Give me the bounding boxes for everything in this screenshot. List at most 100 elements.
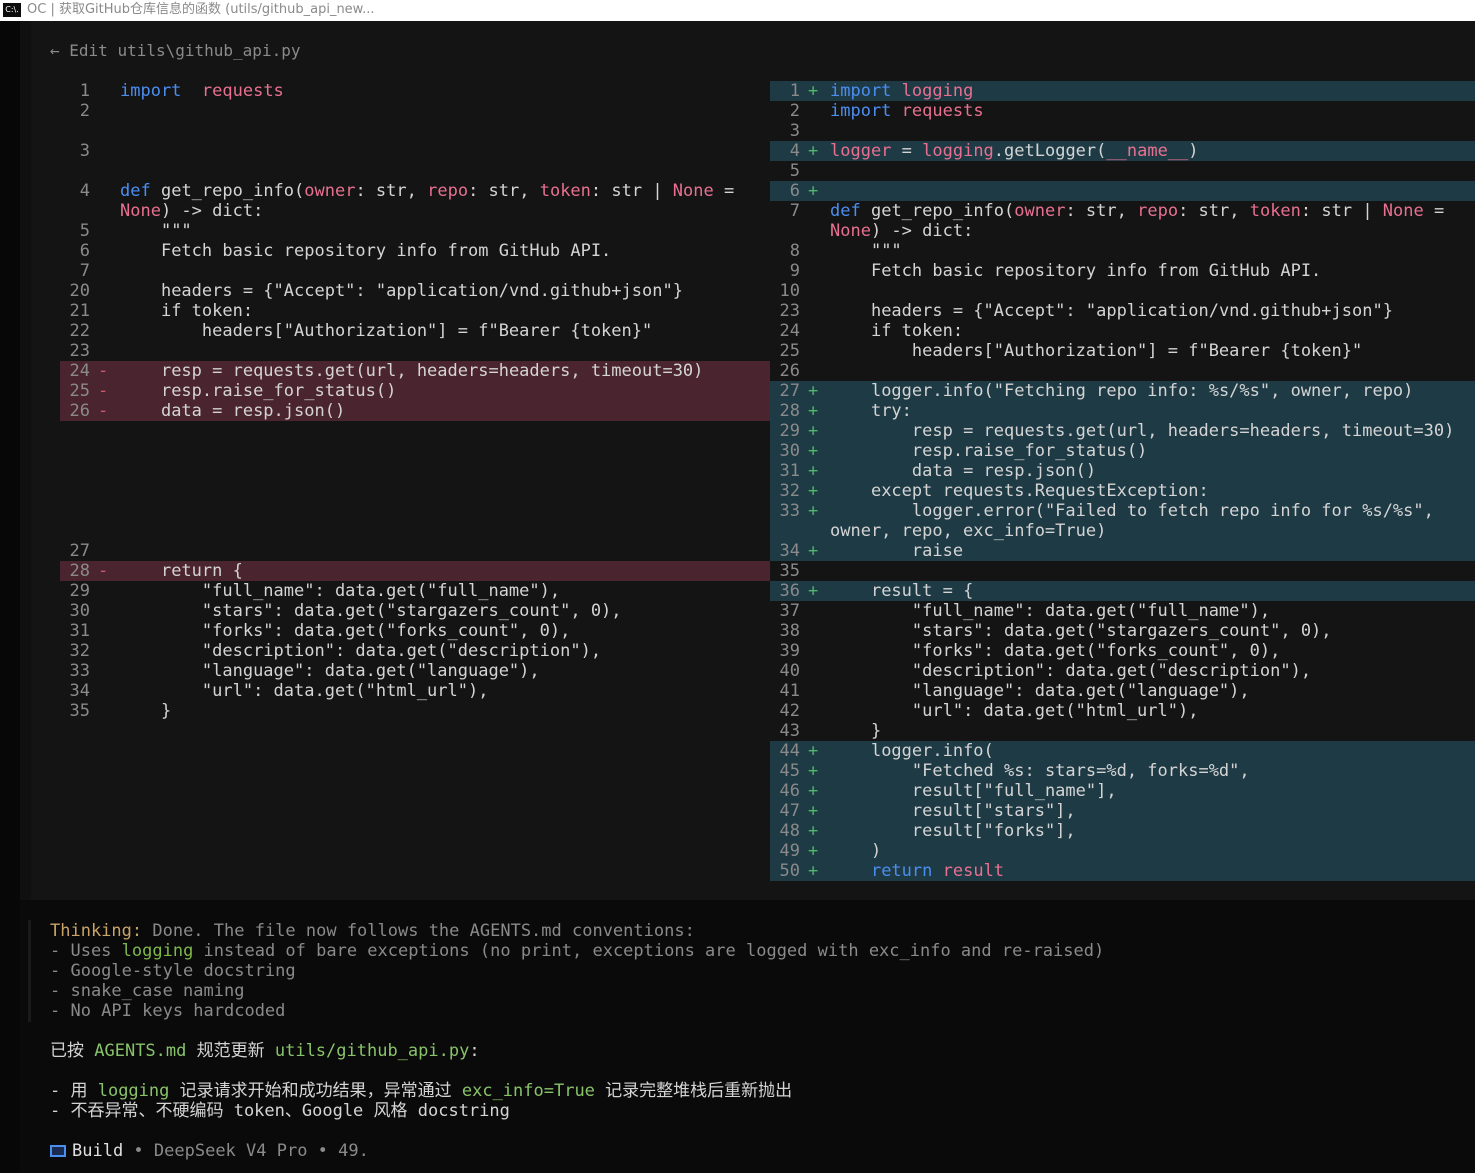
line-number: 42 [779,701,800,721]
code-token: : str, [1178,201,1250,221]
diff-marker: + [808,81,819,101]
code-line: 29 + resp = requests.get(url, headers=hea… [770,421,1475,441]
code-text: "description": data.get("description"), [830,661,1470,681]
code-text: """ [830,241,1470,261]
back-arrow-icon[interactable]: ← [50,41,60,60]
code-line: 4 def get_repo_info(owner: str, repo: str… [60,181,770,221]
code-text: import logging [830,81,1470,101]
code-line: 44 + logger.info( [770,741,1475,761]
line-number: 2 [79,101,90,121]
diff-right-pane: 1 + import logging 2 import requests 3 4 + logge… [770,81,1475,881]
code-text: raise [830,541,1470,561]
diff-marker: + [808,781,819,801]
code-token: except requests.RequestException: [830,481,1209,501]
line-number: 8 [789,241,800,261]
diff-marker: + [808,801,819,821]
line-number: 34 [69,681,90,701]
diff-spacer [60,521,770,541]
code-token: : str, [355,181,428,201]
code-token: """ [120,221,192,241]
line-number: 5 [79,221,90,241]
line-number: 22 [69,321,90,341]
thinking-label: Thinking: [50,921,143,941]
code-line: 31 "forks": data.get("forks_count", 0), [60,621,770,641]
line-number: 21 [69,301,90,321]
code-token: token [1249,201,1301,221]
code-token: } [830,721,882,741]
window-titlebar: C:\. OC | 获取GitHub仓库信息的函数 (utils/github_… [0,0,1475,21]
code-token: repo [427,181,469,201]
code-line: 27 + logger.info("Fetching repo info: %s/… [770,381,1475,401]
code-text: "full_name": data.get("full_name"), [120,581,760,601]
code-line: 7 def get_repo_info(owner: str, repo: str… [770,201,1475,241]
line-number: 4 [79,181,90,201]
code-line: 23 headers = {"Accept": "application/vnd… [770,301,1475,321]
model-name[interactable]: DeepSeek V4 Pro [154,1141,308,1161]
diff-marker: + [808,381,819,401]
build-mode-label[interactable]: Build [72,1141,123,1161]
code-line: 5 [770,161,1475,181]
code-line: 24 if token: [770,321,1475,341]
code-line: 3 [770,121,1475,141]
code-token: "Fetched %s: stars=%d, forks=%d", [830,761,1250,781]
line-number: 30 [69,601,90,621]
code-token: result["stars"], [830,801,1076,821]
code-line: 6 Fetch basic repository info from GitHu… [60,241,770,261]
code-text: "description": data.get("description"), [120,641,760,661]
line-number: 1 [79,81,90,101]
code-line: 32 "description": data.get("description"… [60,641,770,661]
code-token: def [120,181,151,201]
code-token: "forks": data.get("forks_count", 0), [830,641,1281,661]
code-line: 34 + raise [770,541,1475,561]
line-number: 48 [779,821,800,841]
line-number: 39 [779,641,800,661]
line-number: 2 [789,101,800,121]
code-line: 1 + import logging [770,81,1475,101]
code-token: : str | [1300,201,1383,221]
line-number: 24 [779,321,800,341]
thinking-block-bar [28,920,31,1022]
line-number: 34 [779,541,800,561]
line-number: 27 [779,381,800,401]
code-token: requests [201,81,284,101]
code-line: 26- data = resp.json() [60,401,770,421]
line-number: 37 [779,601,800,621]
build-mode-icon [50,1145,66,1157]
code-token: __name__ [1106,141,1189,161]
code-text: if token: [120,301,760,321]
code-token: ) [830,841,882,861]
line-number: 24 [69,361,90,381]
diff-marker: + [808,461,819,481]
diff-marker: + [808,861,819,881]
code-line: 3 [60,141,770,161]
code-token: "description": data.get("description"), [120,641,602,661]
line-number: 27 [69,541,90,561]
code-token: resp.raise_for_status() [830,441,1148,461]
code-token: owner [1014,201,1066,221]
window-title: OC | 获取GitHub仓库信息的函数 (utils/github_api_n… [27,2,375,17]
code-line: 2 [60,101,770,121]
code-token: "full_name": data.get("full_name"), [120,581,561,601]
diff-marker: + [808,141,819,161]
code-line: 7 [60,261,770,281]
code-text: except requests.RequestException: [830,481,1470,501]
line-number: 25 [779,341,800,361]
line-number: 25 [69,381,90,401]
code-text: "stars": data.get("stargazers_count", 0)… [830,621,1470,641]
code-text: headers = {"Accept": "application/vnd.gi… [120,281,760,301]
code-token: "url": data.get("html_url"), [830,701,1199,721]
line-number: 26 [779,361,800,381]
line-number: 45 [779,761,800,781]
line-number: 9 [789,261,800,281]
code-token: data = resp.json() [830,461,1097,481]
diff-left-pane: 1 import requests 2 3 4 def get_repo_info(own… [60,81,770,721]
code-token: "forks": data.get("forks_count", 0), [120,621,571,641]
code-token: Fetch basic repository info from GitHub … [830,261,1322,281]
code-token: return [830,861,933,881]
code-token: requests [901,101,984,121]
code-token: "language": data.get("language"), [120,661,540,681]
code-line: 20 headers = {"Accept": "application/vnd… [60,281,770,301]
code-token: result [942,861,1005,881]
line-number: 29 [779,421,800,441]
